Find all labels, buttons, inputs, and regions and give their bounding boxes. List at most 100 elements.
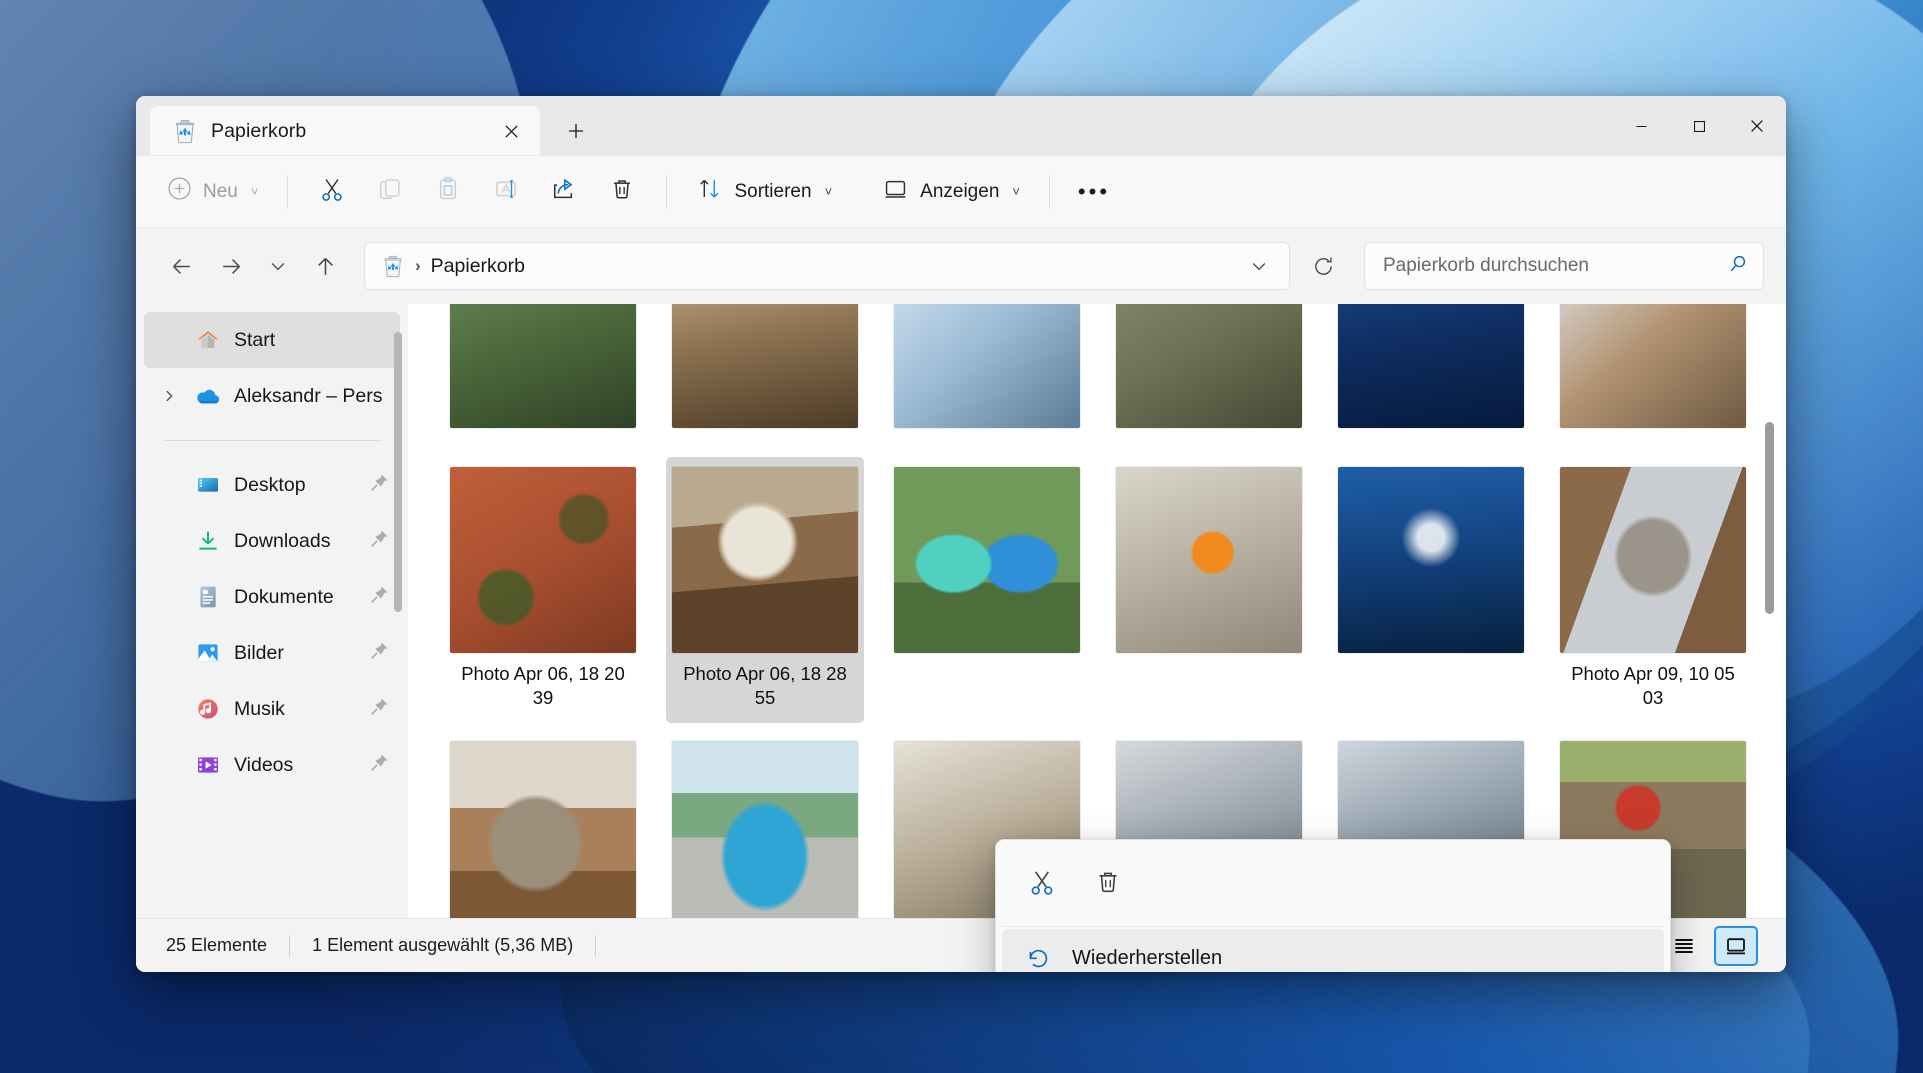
chevron-down-icon: ˅ — [251, 184, 259, 199]
more-options-button[interactable]: ••• — [1066, 168, 1122, 216]
view-button-label: Anzeigen — [920, 181, 999, 203]
thumbnail — [450, 467, 636, 653]
sidebar-item-label: Aleksandr – Pers — [234, 385, 383, 408]
forward-button[interactable] — [208, 243, 254, 289]
item-count: 25 Elemente — [156, 935, 289, 956]
search-icon[interactable] — [1727, 253, 1749, 280]
onedrive-icon — [194, 382, 222, 410]
large-icons-view-button[interactable] — [1714, 926, 1758, 966]
context-menu-separator — [1002, 926, 1664, 927]
back-button[interactable] — [158, 243, 204, 289]
grid-item-photo-apr-06-18-28-55[interactable]: Photo Apr 06, 18 28 55 — [666, 457, 864, 723]
chevron-right-icon[interactable] — [156, 389, 182, 403]
file-name: Photo Apr 09, 10 05 03 — [1560, 662, 1746, 711]
file-name: Photo Apr 06, 18 20 39 — [450, 662, 636, 711]
thumbnail — [1560, 304, 1746, 428]
cut-button[interactable] — [304, 168, 360, 216]
file-list-pane[interactable]: Photo Apr 06, 18 20 39 Photo Apr 06, 18 … — [408, 304, 1786, 918]
thumbnail — [1116, 467, 1302, 653]
close-tab-button[interactable] — [494, 114, 528, 148]
tab-title: Papierkorb — [211, 120, 481, 143]
delete-icon — [1093, 867, 1123, 902]
sort-icon — [696, 175, 723, 208]
sidebar-item-downloads[interactable]: Downloads — [144, 513, 400, 569]
sidebar-item-musik[interactable]: Musik — [144, 681, 400, 737]
restore-icon — [1022, 945, 1052, 972]
context-cut-button[interactable] — [1014, 858, 1070, 910]
grid-item-photo-apr-09-10-33-37[interactable]: Photo Apr 09, 10 33 37 — [666, 731, 864, 918]
sidebar-item-videos[interactable]: Videos — [144, 737, 400, 793]
status-divider-2 — [595, 935, 596, 957]
context-menu: Wiederherstellen In ZIP-Datei komprimier… — [995, 839, 1671, 972]
address-bar-actions — [1237, 244, 1281, 288]
context-menu-icon-row — [996, 846, 1670, 924]
pin-icon[interactable] — [368, 696, 390, 723]
tab-papierkorb[interactable]: Papierkorb — [150, 106, 540, 156]
home-icon — [194, 326, 222, 354]
context-item-wiederherstellen[interactable]: Wiederherstellen — [1002, 929, 1664, 972]
breadcrumb-papierkorb[interactable]: Papierkorb — [431, 255, 525, 278]
grid-item-photo-apr-06-18-20-39[interactable]: Photo Apr 06, 18 20 39 — [444, 457, 642, 723]
paste-icon — [434, 175, 462, 209]
sidebar-item-bilder[interactable]: Bilder — [144, 625, 400, 681]
pin-icon[interactable] — [368, 528, 390, 555]
sidebar-item-onedrive[interactable]: Aleksandr – Pers — [144, 368, 400, 424]
grid-item[interactable] — [888, 457, 1086, 723]
grid-item[interactable] — [1554, 304, 1752, 449]
grid-item[interactable] — [888, 304, 1086, 449]
sidebar-item-label: Bilder — [234, 642, 284, 665]
grid-item-photo-apr-09-10-05-03[interactable]: Photo Apr 09, 10 05 03 — [1554, 457, 1752, 723]
desktop-icon — [194, 471, 222, 499]
view-toggle-group — [1662, 926, 1766, 966]
thumbnail — [672, 467, 858, 653]
sidebar-item-label: Start — [234, 329, 275, 352]
tab-strip: Papierkorb — [136, 96, 598, 156]
thumbnail — [1338, 467, 1524, 653]
copy-button[interactable] — [362, 168, 418, 216]
pin-icon[interactable] — [368, 584, 390, 611]
address-bar[interactable]: › Papierkorb — [364, 242, 1290, 290]
file-explorer-window: Papierkorb Ne — [136, 96, 1786, 972]
up-button[interactable] — [302, 243, 348, 289]
grid-item[interactable] — [1110, 457, 1308, 723]
search-box[interactable]: Papierkorb durchsuchen — [1364, 242, 1764, 290]
paste-button[interactable] — [420, 168, 476, 216]
sort-button[interactable]: Sortieren ˅ — [683, 168, 845, 216]
rename-button[interactable] — [478, 168, 534, 216]
sidebar-item-desktop[interactable]: Desktop — [144, 457, 400, 513]
sidebar-item-start[interactable]: Start — [144, 312, 400, 368]
grid-item[interactable] — [666, 304, 864, 449]
view-button[interactable]: Anzeigen ˅ — [869, 168, 1033, 216]
pin-icon[interactable] — [368, 640, 390, 667]
content-scrollbar-thumb[interactable] — [1765, 422, 1774, 614]
search-input[interactable]: Papierkorb durchsuchen — [1383, 255, 1727, 277]
minimize-button[interactable] — [1612, 96, 1670, 156]
pin-icon[interactable] — [368, 752, 390, 779]
downloads-icon — [194, 527, 222, 555]
window-body: Start Aleksandr – Pers — [136, 304, 1786, 918]
toolbar-separator — [287, 175, 288, 209]
grid-item-photo-apr-09-10-05-49[interactable]: Photo Apr 09, 10 05 49 — [444, 731, 642, 918]
new-button[interactable]: Neu ˅ — [154, 168, 271, 216]
address-dropdown-button[interactable] — [1237, 244, 1281, 288]
share-button[interactable] — [536, 168, 592, 216]
delete-button[interactable] — [594, 168, 650, 216]
pin-icon[interactable] — [368, 472, 390, 499]
recent-locations-button[interactable] — [258, 243, 298, 289]
grid-item[interactable] — [444, 304, 642, 449]
sidebar-item-dokumente[interactable]: Dokumente — [144, 569, 400, 625]
grid-item[interactable] — [1332, 304, 1530, 449]
new-tab-button[interactable] — [554, 109, 598, 153]
context-delete-button[interactable] — [1080, 858, 1136, 910]
close-window-button[interactable] — [1728, 96, 1786, 156]
window-controls — [1612, 96, 1786, 156]
pictures-icon — [194, 639, 222, 667]
refresh-button[interactable] — [1300, 243, 1346, 289]
sidebar-scrollbar-thumb[interactable] — [394, 332, 402, 612]
plus-circle-icon — [167, 176, 192, 207]
view-icon — [882, 175, 909, 208]
maximize-button[interactable] — [1670, 96, 1728, 156]
grid-item[interactable] — [1110, 304, 1308, 449]
command-bar: Neu ˅ — [136, 156, 1786, 228]
grid-item[interactable] — [1332, 457, 1530, 723]
